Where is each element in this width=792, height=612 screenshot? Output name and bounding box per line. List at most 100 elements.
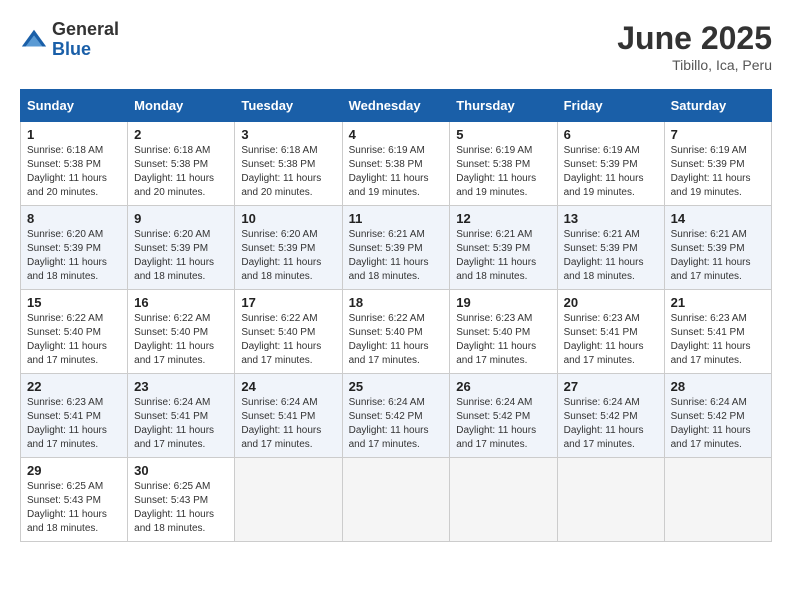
sunrise-label: Sunrise: 6:20 AM (27, 229, 103, 240)
calendar-cell: 25 Sunrise: 6:24 AM Sunset: 5:42 PM Dayl… (342, 374, 450, 458)
calendar-cell: 10 Sunrise: 6:20 AM Sunset: 5:39 PM Dayl… (235, 206, 342, 290)
day-number: 24 (241, 379, 335, 394)
calendar-cell (450, 458, 557, 542)
calendar-cell: 18 Sunrise: 6:22 AM Sunset: 5:40 PM Dayl… (342, 290, 450, 374)
day-number: 6 (564, 127, 658, 142)
daylight-label: Daylight: 11 hours and 17 minutes. (134, 425, 214, 450)
sunset-label: Sunset: 5:41 PM (134, 411, 208, 422)
daylight-label: Daylight: 11 hours and 17 minutes. (27, 425, 107, 450)
day-info: Sunrise: 6:24 AM Sunset: 5:42 PM Dayligh… (349, 396, 444, 452)
day-info: Sunrise: 6:24 AM Sunset: 5:42 PM Dayligh… (456, 396, 550, 452)
daylight-label: Daylight: 11 hours and 17 minutes. (564, 341, 644, 366)
sunrise-label: Sunrise: 6:19 AM (349, 145, 425, 156)
day-info: Sunrise: 6:23 AM Sunset: 5:41 PM Dayligh… (27, 396, 121, 452)
sunset-label: Sunset: 5:42 PM (456, 411, 530, 422)
daylight-label: Daylight: 11 hours and 18 minutes. (27, 257, 107, 282)
calendar-cell: 26 Sunrise: 6:24 AM Sunset: 5:42 PM Dayl… (450, 374, 557, 458)
sunset-label: Sunset: 5:39 PM (671, 243, 745, 254)
daylight-label: Daylight: 11 hours and 19 minutes. (671, 173, 751, 198)
day-info: Sunrise: 6:22 AM Sunset: 5:40 PM Dayligh… (27, 312, 121, 368)
daylight-label: Daylight: 11 hours and 17 minutes. (349, 341, 429, 366)
calendar-cell: 5 Sunrise: 6:19 AM Sunset: 5:38 PM Dayli… (450, 122, 557, 206)
day-number: 3 (241, 127, 335, 142)
daylight-label: Daylight: 11 hours and 19 minutes. (564, 173, 644, 198)
sunset-label: Sunset: 5:39 PM (671, 159, 745, 170)
sunset-label: Sunset: 5:41 PM (27, 411, 101, 422)
day-info: Sunrise: 6:19 AM Sunset: 5:39 PM Dayligh… (671, 144, 765, 200)
calendar-header-row: Sunday Monday Tuesday Wednesday Thursday… (21, 90, 772, 122)
header-friday: Friday (557, 90, 664, 122)
calendar-cell: 7 Sunrise: 6:19 AM Sunset: 5:39 PM Dayli… (664, 122, 771, 206)
day-info: Sunrise: 6:21 AM Sunset: 5:39 PM Dayligh… (456, 228, 550, 284)
day-info: Sunrise: 6:24 AM Sunset: 5:41 PM Dayligh… (241, 396, 335, 452)
sunrise-label: Sunrise: 6:23 AM (27, 397, 103, 408)
sunset-label: Sunset: 5:40 PM (27, 327, 101, 338)
logo-icon (20, 26, 48, 54)
logo-blue-label: Blue (52, 40, 119, 60)
calendar-cell: 23 Sunrise: 6:24 AM Sunset: 5:41 PM Dayl… (128, 374, 235, 458)
daylight-label: Daylight: 11 hours and 17 minutes. (564, 425, 644, 450)
calendar-cell: 8 Sunrise: 6:20 AM Sunset: 5:39 PM Dayli… (21, 206, 128, 290)
day-info: Sunrise: 6:21 AM Sunset: 5:39 PM Dayligh… (349, 228, 444, 284)
calendar-cell (342, 458, 450, 542)
daylight-label: Daylight: 11 hours and 17 minutes. (671, 425, 751, 450)
sunset-label: Sunset: 5:42 PM (349, 411, 423, 422)
sunrise-label: Sunrise: 6:18 AM (134, 145, 210, 156)
logo: General Blue (20, 20, 119, 60)
daylight-label: Daylight: 11 hours and 17 minutes. (671, 257, 751, 282)
calendar-cell (557, 458, 664, 542)
day-number: 12 (456, 211, 550, 226)
day-number: 8 (27, 211, 121, 226)
calendar-cell: 2 Sunrise: 6:18 AM Sunset: 5:38 PM Dayli… (128, 122, 235, 206)
day-number: 5 (456, 127, 550, 142)
sunrise-label: Sunrise: 6:25 AM (134, 481, 210, 492)
calendar-week-1: 1 Sunrise: 6:18 AM Sunset: 5:38 PM Dayli… (21, 122, 772, 206)
day-info: Sunrise: 6:19 AM Sunset: 5:38 PM Dayligh… (456, 144, 550, 200)
sunset-label: Sunset: 5:40 PM (456, 327, 530, 338)
calendar-cell: 13 Sunrise: 6:21 AM Sunset: 5:39 PM Dayl… (557, 206, 664, 290)
daylight-label: Daylight: 11 hours and 18 minutes. (349, 257, 429, 282)
daylight-label: Daylight: 11 hours and 18 minutes. (241, 257, 321, 282)
sunrise-label: Sunrise: 6:23 AM (564, 313, 640, 324)
day-info: Sunrise: 6:24 AM Sunset: 5:41 PM Dayligh… (134, 396, 228, 452)
sunset-label: Sunset: 5:38 PM (241, 159, 315, 170)
calendar-cell: 24 Sunrise: 6:24 AM Sunset: 5:41 PM Dayl… (235, 374, 342, 458)
calendar-cell: 17 Sunrise: 6:22 AM Sunset: 5:40 PM Dayl… (235, 290, 342, 374)
header-sunday: Sunday (21, 90, 128, 122)
day-info: Sunrise: 6:18 AM Sunset: 5:38 PM Dayligh… (134, 144, 228, 200)
calendar-week-5: 29 Sunrise: 6:25 AM Sunset: 5:43 PM Dayl… (21, 458, 772, 542)
calendar-cell: 29 Sunrise: 6:25 AM Sunset: 5:43 PM Dayl… (21, 458, 128, 542)
daylight-label: Daylight: 11 hours and 20 minutes. (27, 173, 107, 198)
sunset-label: Sunset: 5:39 PM (456, 243, 530, 254)
day-number: 30 (134, 463, 228, 478)
day-info: Sunrise: 6:25 AM Sunset: 5:43 PM Dayligh… (27, 480, 121, 536)
daylight-label: Daylight: 11 hours and 19 minutes. (349, 173, 429, 198)
calendar-cell: 19 Sunrise: 6:23 AM Sunset: 5:40 PM Dayl… (450, 290, 557, 374)
sunset-label: Sunset: 5:39 PM (134, 243, 208, 254)
location: Tibillo, Ica, Peru (617, 57, 772, 73)
sunrise-label: Sunrise: 6:22 AM (27, 313, 103, 324)
sunset-label: Sunset: 5:38 PM (349, 159, 423, 170)
sunrise-label: Sunrise: 6:19 AM (671, 145, 747, 156)
daylight-label: Daylight: 11 hours and 18 minutes. (456, 257, 536, 282)
header-thursday: Thursday (450, 90, 557, 122)
sunset-label: Sunset: 5:43 PM (27, 495, 101, 506)
sunrise-label: Sunrise: 6:19 AM (564, 145, 640, 156)
sunrise-label: Sunrise: 6:21 AM (564, 229, 640, 240)
day-number: 16 (134, 295, 228, 310)
calendar-cell: 28 Sunrise: 6:24 AM Sunset: 5:42 PM Dayl… (664, 374, 771, 458)
sunrise-label: Sunrise: 6:23 AM (671, 313, 747, 324)
day-number: 28 (671, 379, 765, 394)
sunrise-label: Sunrise: 6:24 AM (456, 397, 532, 408)
month-title: June 2025 (617, 20, 772, 57)
sunrise-label: Sunrise: 6:24 AM (349, 397, 425, 408)
day-info: Sunrise: 6:18 AM Sunset: 5:38 PM Dayligh… (241, 144, 335, 200)
daylight-label: Daylight: 11 hours and 17 minutes. (241, 425, 321, 450)
calendar-cell: 16 Sunrise: 6:22 AM Sunset: 5:40 PM Dayl… (128, 290, 235, 374)
day-number: 14 (671, 211, 765, 226)
calendar-cell: 22 Sunrise: 6:23 AM Sunset: 5:41 PM Dayl… (21, 374, 128, 458)
calendar-cell: 21 Sunrise: 6:23 AM Sunset: 5:41 PM Dayl… (664, 290, 771, 374)
calendar-cell: 1 Sunrise: 6:18 AM Sunset: 5:38 PM Dayli… (21, 122, 128, 206)
day-number: 4 (349, 127, 444, 142)
sunset-label: Sunset: 5:42 PM (671, 411, 745, 422)
